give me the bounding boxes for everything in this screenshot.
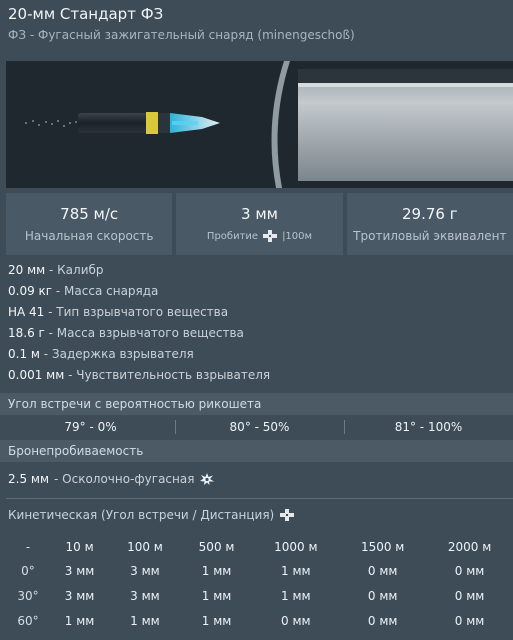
stat-value: 785 м/с [60,205,119,223]
ricochet-value: 80° - 50% [175,417,344,437]
table-cell: 3 мм [64,563,95,578]
penetration-header: Бронепробиваемость [0,440,513,462]
table-row: 30° 3 мм 3 мм 1 мм 1 мм 0 мм 0 мм [6,583,513,608]
he-penetration-label: - Осколочно-фугасная [54,472,195,486]
table-cell: 3 мм [130,563,160,578]
table-header-cell: 500 м [198,540,235,554]
stat-label-prefix: Пробитие [206,230,259,242]
table-header-cell: 2000 м [447,540,492,554]
shell-properties: 20 мм - Калибр 0.09 кг - Масса снаряда Н… [8,261,270,387]
table-cell: 0 мм [454,613,485,628]
row-angle: 0° [21,563,35,578]
projectile-illustration [6,61,513,188]
he-penetration-value: 2.5 мм [8,472,50,486]
table-cell: 1 мм [201,563,232,578]
table-cell: 1 мм [201,613,232,628]
stat-value: 3 мм [241,205,278,223]
ricochet-values: 79° - 0% 80° - 50% 81° - 100% [6,417,513,437]
he-penetration: 2.5 мм - Осколочно-фугасная [8,472,215,486]
kinetic-penetration-title: Кинетическая (Угол встречи / Дистанция) [8,508,295,522]
kinetic-penetration-table: - 10 м 100 м 500 м 1000 м 1500 м 2000 м … [6,536,513,633]
stat-label-suffix: |100м [282,230,313,242]
table-cell: 1 мм [201,588,232,603]
table-header-cell: 1000 м [274,540,318,554]
row-angle: 60° [17,613,39,628]
ricochet-value: 79° - 0% [64,420,117,434]
table-cell: 3 мм [130,588,160,603]
shell-title: 20-мм Стандарт ФЗ [8,5,164,23]
ricochet-header: Угол встречи с вероятностью рикошета [0,393,513,415]
table-cell: 1 мм [130,613,160,628]
property-fuse-sensitivity: 0.001 мм - Чувствительность взрывателя [8,368,271,382]
table-header-row: - 10 м 100 м 500 м 1000 м 1500 м 2000 м [6,536,513,558]
shell-stats: 785 м/с Начальная скорость 3 мм Пробитие… [6,193,513,255]
stat-tnt-equivalent: 29.76 г Тротиловый эквивалент [346,193,513,255]
table-cell: 1 мм [64,613,95,628]
armor-pierce-icon [280,509,295,521]
property-caliber: 20 мм - Калибр [8,263,104,277]
shell-subtitle: ФЗ - Фугасный зажигательный снаряд (mine… [8,28,355,42]
shell-penetration-illustration [6,61,513,188]
table-cell: 3 мм [64,588,95,603]
table-header-cell: 100 м [127,540,163,554]
table-header-cell: - [25,540,31,554]
table-header-cell: 1500 м [360,540,405,554]
table-cell: 0 мм [367,563,398,578]
table-row: 0° 3 мм 3 мм 1 мм 1 мм 0 мм 0 мм [6,558,513,583]
table-cell: 0 мм [454,563,485,578]
property-explosive-type: НА 41 - Тип взрывчатого вещества [8,305,229,319]
stat-value: 29.76 г [402,205,458,223]
property-explosive-mass: 18.6 г - Масса взрывчатого вещества [8,326,244,340]
divider [6,498,513,499]
table-row: 60° 1 мм 1 мм 1 мм 0 мм 0 мм 0 мм [6,608,513,633]
table-cell: 1 мм [281,588,311,603]
table-cell: 0 мм [281,613,311,628]
row-angle: 30° [17,588,39,603]
table-cell: 0 мм [367,588,398,603]
armor-pierce-icon [263,230,278,242]
explosion-icon [200,473,215,485]
stat-label: Начальная скорость [24,229,154,243]
property-shell-mass: 0.09 кг - Масса снаряда [8,284,159,298]
ricochet-value: 81° - 100% [344,417,513,437]
property-fuse-delay: 0.1 м - Задержка взрывателя [8,347,194,361]
table-header-cell: 10 м [65,540,94,554]
table-cell: 0 мм [367,613,398,628]
stat-penetration: 3 мм Пробитие |100м [176,193,343,255]
stat-label: Тротиловый эквивалент [353,229,507,243]
table-cell: 0 мм [454,588,485,603]
stat-muzzle-velocity: 785 м/с Начальная скорость [6,193,173,255]
stat-label: Пробитие |100м [207,229,312,243]
table-cell: 1 мм [281,563,311,578]
kinetic-title-text: Кинетическая (Угол встречи / Дистанция) [8,508,275,522]
